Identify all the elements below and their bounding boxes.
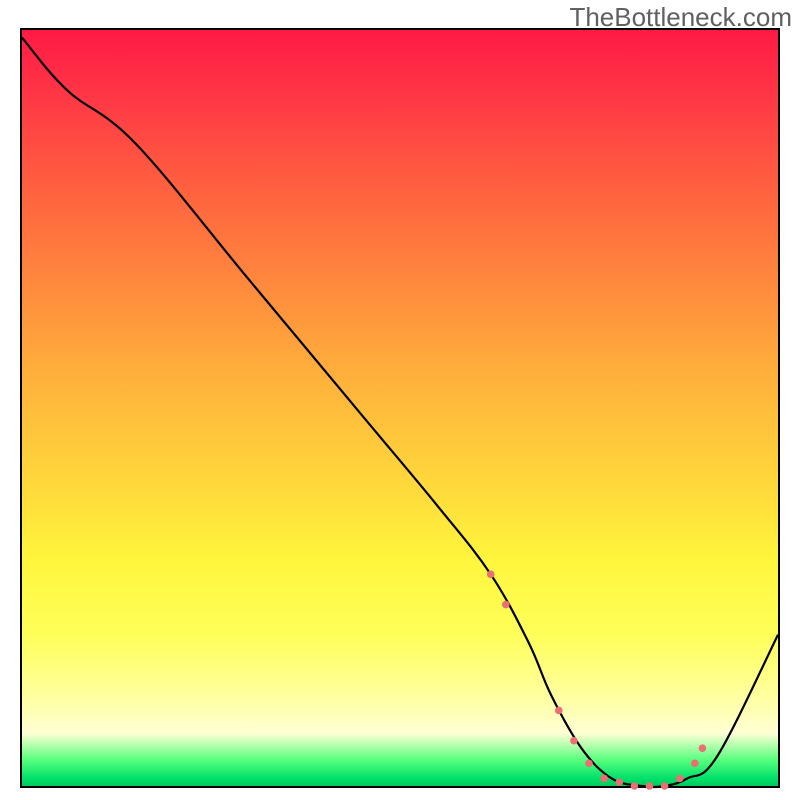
curve-markers (487, 571, 706, 790)
curve-overlay (22, 30, 778, 786)
marker-dot (585, 760, 593, 768)
plot-area (20, 28, 780, 788)
marker-dot (502, 601, 510, 609)
marker-dot (615, 778, 623, 786)
marker-dot (600, 775, 608, 783)
marker-dot (570, 737, 578, 745)
marker-dot (487, 571, 495, 579)
marker-dot (646, 782, 654, 790)
figure-root: TheBottleneck.com (0, 0, 800, 800)
marker-dot (699, 744, 707, 752)
marker-dot (691, 760, 699, 768)
watermark-text: TheBottleneck.com (569, 2, 792, 33)
marker-dot (676, 775, 684, 783)
marker-dot (631, 782, 639, 790)
marker-dot (661, 782, 669, 790)
bottleneck-curve (22, 38, 778, 787)
marker-dot (555, 707, 563, 715)
